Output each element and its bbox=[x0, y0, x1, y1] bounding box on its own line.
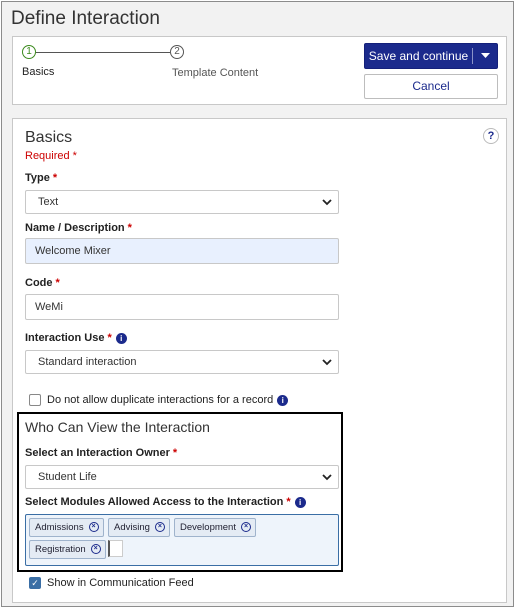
name-label-text: Name / Description bbox=[25, 222, 125, 234]
module-tag-label: Admissions bbox=[35, 522, 84, 533]
required-star: * bbox=[52, 172, 58, 184]
show-in-feed-checkbox[interactable]: ✓ bbox=[29, 577, 41, 589]
step-connector bbox=[36, 52, 170, 53]
type-select[interactable]: Text bbox=[25, 190, 339, 214]
module-tag: Advising × bbox=[108, 518, 170, 537]
step-1-indicator[interactable]: 1 bbox=[22, 45, 36, 59]
required-star: * bbox=[286, 496, 291, 508]
chevron-down-icon bbox=[321, 195, 333, 217]
module-tag: Development × bbox=[174, 518, 256, 537]
module-tag: Admissions × bbox=[29, 518, 104, 537]
owner-select-value: Student Life bbox=[38, 471, 97, 483]
type-label-text: Type bbox=[25, 172, 50, 184]
save-button-label: Save and continue bbox=[368, 49, 469, 63]
interaction-use-select[interactable]: Standard interaction bbox=[25, 350, 339, 374]
module-tag-label: Advising bbox=[114, 522, 150, 533]
interaction-use-label-text: Interaction Use bbox=[25, 332, 105, 344]
basics-form: ? Basics Required * Type * Text Name / Des… bbox=[12, 118, 507, 603]
page-title: Define Interaction bbox=[11, 8, 160, 29]
interaction-use-value: Standard interaction bbox=[38, 356, 137, 368]
required-star: * bbox=[55, 277, 60, 289]
chevron-down-icon bbox=[321, 355, 333, 377]
modules-label: Select Modules Allowed Access to the Int… bbox=[25, 496, 306, 508]
interaction-use-label: Interaction Use * i bbox=[25, 332, 127, 344]
type-label: Type * bbox=[25, 172, 57, 184]
cancel-button[interactable]: Cancel bbox=[364, 74, 498, 99]
help-icon[interactable]: ? bbox=[483, 128, 499, 144]
modules-label-text: Select Modules Allowed Access to the Int… bbox=[25, 496, 284, 508]
interaction-owner-select[interactable]: Student Life bbox=[25, 465, 339, 489]
info-circle-icon[interactable]: i bbox=[277, 394, 289, 406]
step-2-indicator[interactable]: 2 bbox=[170, 45, 184, 59]
remove-circle-icon[interactable]: × bbox=[90, 544, 101, 555]
type-select-value: Text bbox=[38, 196, 59, 208]
remove-circle-icon[interactable]: × bbox=[240, 522, 251, 533]
required-star: * bbox=[107, 332, 112, 344]
code-label: Code * bbox=[25, 277, 60, 289]
section-title-basics: Basics bbox=[25, 129, 73, 146]
required-note: Required * bbox=[25, 150, 77, 162]
required-star: * bbox=[172, 447, 178, 459]
owner-label-text: Select an Interaction Owner bbox=[25, 447, 170, 459]
module-tag-label: Development bbox=[180, 522, 236, 533]
no-duplicates-label: Do not allow duplicate interactions for … bbox=[47, 394, 274, 406]
wizard-header: 1 2 Basics Template Content Save and con… bbox=[12, 36, 507, 105]
save-options-dropdown-icon[interactable] bbox=[473, 51, 497, 61]
required-star: * bbox=[127, 222, 132, 234]
code-label-text: Code bbox=[25, 277, 53, 289]
show-in-feed-label: Show in Communication Feed bbox=[47, 577, 194, 589]
required-star: * bbox=[72, 150, 77, 162]
section-title-visibility: Who Can View the Interaction bbox=[25, 419, 210, 435]
define-interaction-window: Define Interaction 1 2 Basics Template C… bbox=[1, 1, 514, 607]
code-input[interactable]: WeMi bbox=[25, 294, 339, 320]
step-1-label[interactable]: Basics bbox=[22, 66, 54, 78]
owner-label: Select an Interaction Owner * bbox=[25, 447, 177, 459]
modules-multiselect[interactable]: Admissions × Advising × Development × Regis… bbox=[25, 514, 339, 566]
save-and-continue-button[interactable]: Save and continue bbox=[364, 43, 498, 69]
name-label: Name / Description * bbox=[25, 222, 132, 234]
module-tag-label: Registration bbox=[35, 544, 86, 555]
remove-circle-icon[interactable]: × bbox=[88, 522, 99, 533]
module-tag: Registration × bbox=[29, 540, 106, 559]
info-circle-icon[interactable]: i bbox=[115, 332, 127, 344]
remove-circle-icon[interactable]: × bbox=[154, 522, 165, 533]
required-label: Required bbox=[25, 150, 70, 162]
no-duplicates-row: Do not allow duplicate interactions for … bbox=[47, 394, 289, 406]
no-duplicates-checkbox[interactable] bbox=[29, 394, 41, 406]
step-2-label[interactable]: Template Content bbox=[172, 67, 258, 79]
name-description-input[interactable]: Welcome Mixer bbox=[25, 238, 339, 264]
info-circle-icon[interactable]: i bbox=[294, 496, 306, 508]
modules-search-input[interactable] bbox=[108, 540, 123, 557]
chevron-down-icon bbox=[321, 470, 333, 492]
